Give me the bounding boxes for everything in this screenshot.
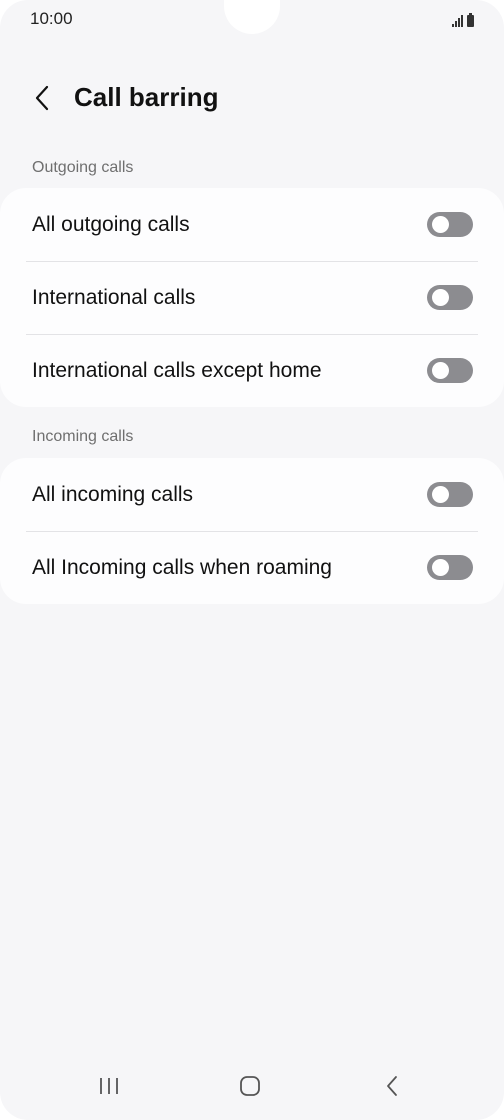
setting-row-international[interactable]: International calls (0, 261, 504, 334)
setting-label: International calls except home (32, 358, 322, 382)
home-button[interactable] (230, 1066, 270, 1106)
toggle-knob (432, 559, 449, 576)
section-label-incoming: Incoming calls (32, 428, 134, 445)
signal-icon (452, 15, 463, 27)
status-icons (452, 11, 474, 27)
setting-label: International calls (32, 285, 196, 309)
back-icon (387, 1076, 397, 1096)
settings-screen: 10:00 Call barring Outgoing calls All ou… (0, 0, 504, 1120)
chevron-left-icon (35, 85, 49, 111)
incoming-calls-card: All incoming calls All Incoming calls wh… (0, 458, 504, 604)
status-time: 10:00 (30, 9, 73, 28)
toggle-knob (432, 362, 449, 379)
setting-row-all-outgoing[interactable]: All outgoing calls (0, 188, 504, 261)
incoming-roaming-toggle[interactable] (427, 555, 473, 580)
international-except-home-toggle[interactable] (427, 358, 473, 383)
setting-label: All incoming calls (32, 482, 194, 506)
setting-row-all-incoming[interactable]: All incoming calls (0, 458, 504, 531)
toggle-knob (432, 289, 449, 306)
nav-back-button[interactable] (372, 1066, 412, 1106)
battery-icon (467, 13, 474, 27)
recents-icon (100, 1078, 118, 1094)
back-button[interactable] (24, 80, 60, 116)
all-incoming-toggle[interactable] (427, 482, 473, 507)
setting-row-incoming-roaming[interactable]: All Incoming calls when roaming (0, 531, 504, 604)
toggle-knob (432, 486, 449, 503)
page-title: Call barring (74, 82, 219, 112)
toggle-knob (432, 216, 449, 233)
section-label-outgoing: Outgoing calls (32, 159, 134, 176)
all-outgoing-toggle[interactable] (427, 212, 473, 237)
home-icon (240, 1076, 260, 1096)
outgoing-calls-card: All outgoing calls International calls I… (0, 188, 504, 407)
status-bar: 10:00 (0, 0, 504, 40)
setting-row-international-except-home[interactable]: International calls except home (0, 334, 504, 407)
setting-label: All outgoing calls (32, 212, 190, 236)
app-bar: Call barring (0, 72, 504, 124)
setting-label: All Incoming calls when roaming (32, 555, 332, 579)
recents-button[interactable] (89, 1066, 129, 1106)
international-toggle[interactable] (427, 285, 473, 310)
navigation-bar (0, 1056, 504, 1120)
